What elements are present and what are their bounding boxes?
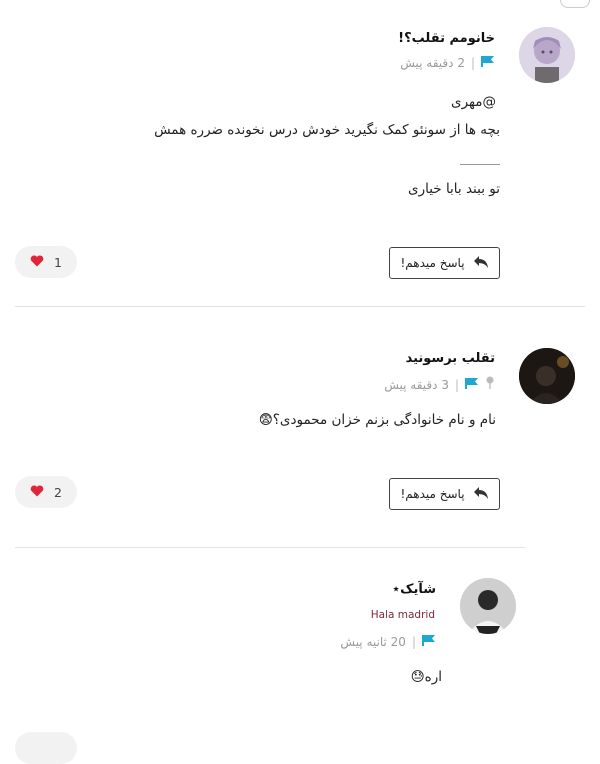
comment-meta: | 3 دقیقه پیش xyxy=(384,376,495,393)
comment-author[interactable]: خانومم تقلب؟! xyxy=(398,31,495,46)
like-count: 2 xyxy=(54,484,62,500)
comment-text: اره😓 xyxy=(410,669,442,685)
reply-arrow-icon xyxy=(473,486,489,503)
heart-icon xyxy=(30,484,44,500)
comment-divider xyxy=(15,306,585,307)
comment-author[interactable]: شآیک⋆ xyxy=(392,582,436,597)
meta-separator: | xyxy=(470,56,475,70)
comment-text: تو ببند بابا خیاری xyxy=(408,181,500,197)
reply-arrow-icon xyxy=(473,255,489,272)
comment-time: 2 دقیقه پیش xyxy=(400,56,465,70)
flag-icon[interactable] xyxy=(481,56,495,70)
comment-text: بچه ها از سونئو کمک نگیرید خودش درس نخون… xyxy=(154,122,500,138)
comment-author[interactable]: تقلب برسونید xyxy=(406,351,495,366)
avatar[interactable] xyxy=(519,348,575,404)
comment-mention[interactable]: @مهری xyxy=(451,94,496,110)
like-button[interactable]: 1 xyxy=(15,246,77,278)
heart-icon xyxy=(30,254,44,270)
reply-label: پاسخ میدهم! xyxy=(400,256,465,270)
text-divider xyxy=(460,164,500,165)
comment-text: نام و نام خانوادگی بزنم خزان محمودی؟😨 xyxy=(258,412,496,428)
reply-button[interactable]: پاسخ میدهم! xyxy=(389,247,500,279)
like-count: 1 xyxy=(54,254,62,270)
flag-icon[interactable] xyxy=(422,635,436,649)
meta-separator: | xyxy=(411,635,416,649)
reply-button[interactable]: پاسخ میدهم! xyxy=(389,478,500,510)
comment-meta: | 20 ثانیه پیش xyxy=(340,635,436,649)
reply-label: پاسخ میدهم! xyxy=(400,487,465,501)
like-button[interactable]: 2 xyxy=(15,476,77,508)
comment-divider xyxy=(15,547,525,548)
avatar[interactable] xyxy=(519,27,575,83)
comment-time: 3 دقیقه پیش xyxy=(384,377,449,392)
corner-icon xyxy=(560,0,590,8)
flag-icon[interactable] xyxy=(465,377,479,392)
meta-separator: | xyxy=(454,377,459,392)
pin-icon xyxy=(485,376,495,393)
comment-time: 20 ثانیه پیش xyxy=(340,635,406,649)
comment-meta: | 2 دقیقه پیش xyxy=(400,56,495,70)
avatar[interactable] xyxy=(460,578,516,634)
user-subtitle: Hala madrid xyxy=(370,609,435,621)
